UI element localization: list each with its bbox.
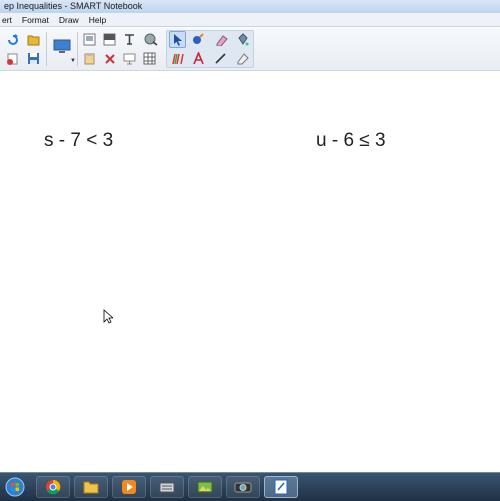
creative-pen-icon[interactable] xyxy=(169,50,186,67)
pen-icon[interactable] xyxy=(190,31,207,48)
menu-format[interactable]: Format xyxy=(22,13,49,26)
open-file-icon[interactable] xyxy=(25,31,42,48)
delete-page-icon[interactable] xyxy=(4,50,21,67)
menu-insert[interactable]: ert xyxy=(2,13,12,26)
notebook-icon xyxy=(274,479,288,495)
magic-pen-icon[interactable] xyxy=(142,31,159,48)
screen-capture-icon[interactable] xyxy=(81,31,98,48)
save-icon[interactable] xyxy=(25,50,42,67)
taskbar-smart-notebook[interactable] xyxy=(264,476,298,498)
camera-icon xyxy=(234,482,252,493)
fill-icon[interactable] xyxy=(234,31,251,48)
taskbar-app-4[interactable] xyxy=(150,476,184,498)
line-tool-icon[interactable] xyxy=(212,50,229,67)
paste-icon[interactable] xyxy=(81,50,98,67)
table-icon[interactable] xyxy=(141,50,158,67)
shape-eraser-icon[interactable] xyxy=(234,50,251,67)
display-screen-icon[interactable] xyxy=(51,36,73,58)
taskbar xyxy=(0,472,500,501)
menu-bar: ert Format Draw Help xyxy=(0,13,500,27)
media-play-icon xyxy=(122,480,136,494)
toolbar: ▼ xyxy=(0,28,500,71)
notebook-canvas[interactable]: s - 7 < 3 u - 6 ≤ 3 xyxy=(0,71,500,472)
equation-right: u - 6 ≤ 3 xyxy=(316,130,386,151)
taskbar-explorer[interactable] xyxy=(74,476,108,498)
select-arrow-icon[interactable] xyxy=(169,31,186,48)
start-orb-icon xyxy=(5,477,25,497)
window-title-bar: ep Inequalities - SMART Notebook xyxy=(0,0,500,13)
delete-icon[interactable] xyxy=(101,50,118,67)
eraser-icon[interactable] xyxy=(212,31,229,48)
mouse-cursor-icon xyxy=(103,309,113,324)
window-title: ep Inequalities - SMART Notebook xyxy=(4,1,143,11)
screen-shade-icon[interactable] xyxy=(101,31,118,48)
menu-help[interactable]: Help xyxy=(89,13,106,26)
taskbar-media[interactable] xyxy=(112,476,146,498)
taskbar-app-5[interactable] xyxy=(188,476,222,498)
equation-left: s - 7 < 3 xyxy=(44,130,114,151)
taskbar-chrome[interactable] xyxy=(36,476,70,498)
keyboard-icon xyxy=(159,482,175,493)
text-tool-icon[interactable] xyxy=(121,31,138,48)
redo-icon[interactable] xyxy=(4,31,21,48)
folder-icon xyxy=(83,481,99,494)
dropdown-arrow-icon[interactable]: ▼ xyxy=(70,58,76,64)
text-style-icon[interactable] xyxy=(190,50,207,67)
chrome-icon xyxy=(46,479,61,495)
screen-icon[interactable] xyxy=(121,50,138,67)
picture-icon xyxy=(197,481,213,493)
start-button[interactable] xyxy=(0,473,30,501)
taskbar-app-6[interactable] xyxy=(226,476,260,498)
menu-draw[interactable]: Draw xyxy=(59,13,79,26)
